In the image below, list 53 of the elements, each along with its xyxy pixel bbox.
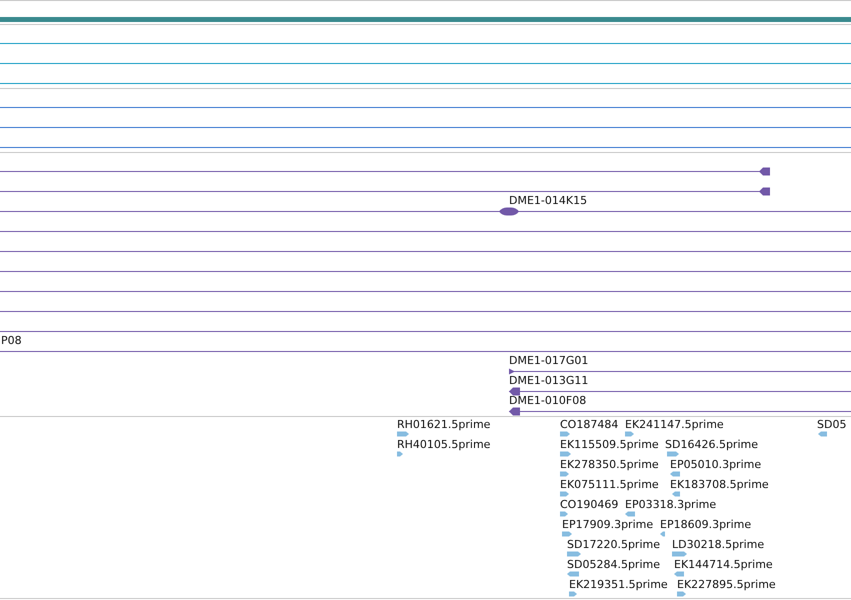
read-glyph[interactable]	[397, 452, 403, 456]
feature-glyph[interactable]	[759, 188, 770, 196]
read-glyph[interactable]	[562, 532, 572, 536]
read-label: EP18609.3prime	[660, 518, 752, 531]
read-label: EK219351.5prime	[569, 578, 668, 591]
read-glyph[interactable]	[667, 452, 679, 456]
read-glyph[interactable]	[660, 532, 665, 536]
feature-label: P08	[1, 334, 22, 347]
read-glyph[interactable]	[672, 552, 687, 556]
read-glyph[interactable]	[567, 552, 581, 556]
feature-label: DME1-010F08	[509, 394, 586, 407]
feature-glyph[interactable]	[509, 368, 515, 374]
read-label: EP05010.3prime	[670, 458, 762, 471]
feature-glyph[interactable]	[759, 168, 770, 176]
read-label: EK241147.5prime	[625, 418, 724, 431]
read-glyph[interactable]	[818, 432, 827, 436]
read-label: RH40105.5prime	[397, 438, 490, 451]
feature-glyph[interactable]	[509, 388, 520, 396]
feature-label: DME1-014K15	[509, 194, 588, 207]
read-glyph[interactable]	[567, 572, 579, 576]
read-glyph[interactable]	[670, 472, 680, 476]
feature-label: DME1-017G01	[509, 354, 588, 367]
read-glyph[interactable]	[560, 432, 570, 436]
read-glyph[interactable]	[625, 432, 634, 436]
read-label: SD05	[817, 418, 846, 431]
feature-label: DME1-013G11	[509, 374, 588, 387]
read-label: EK115509.5prime	[560, 438, 659, 451]
read-label: LD30218.5prime	[672, 538, 764, 551]
read-label: SD16426.5prime	[665, 438, 758, 451]
read-label: CO190469	[560, 498, 618, 511]
read-glyph[interactable]	[674, 572, 684, 576]
read-label: EK278350.5prime	[560, 458, 659, 471]
read-label: EK183708.5prime	[670, 478, 769, 491]
read-glyph[interactable]	[560, 492, 569, 496]
feature-glyph[interactable]	[509, 408, 520, 416]
read-glyph[interactable]	[560, 452, 571, 456]
read-label: EK075111.5prime	[560, 478, 659, 491]
read-glyph[interactable]	[569, 592, 577, 596]
read-label: CO187484	[560, 418, 618, 431]
read-glyph[interactable]	[397, 432, 409, 436]
feature-glyph[interactable]	[499, 208, 519, 216]
read-label: RH01621.5prime	[397, 418, 490, 431]
read-label: EK227895.5prime	[677, 578, 776, 591]
read-glyph[interactable]	[672, 492, 680, 496]
read-glyph[interactable]	[677, 592, 686, 596]
read-label: EK144714.5prime	[674, 558, 773, 571]
read-glyph[interactable]	[625, 512, 635, 516]
read-label: SD17220.5prime	[567, 538, 660, 551]
read-glyph[interactable]	[560, 472, 569, 476]
read-label: SD05284.5prime	[567, 558, 660, 571]
read-glyph[interactable]	[560, 512, 568, 516]
read-label: EP17909.3prime	[562, 518, 654, 531]
read-label: EP03318.3prime	[625, 498, 716, 511]
